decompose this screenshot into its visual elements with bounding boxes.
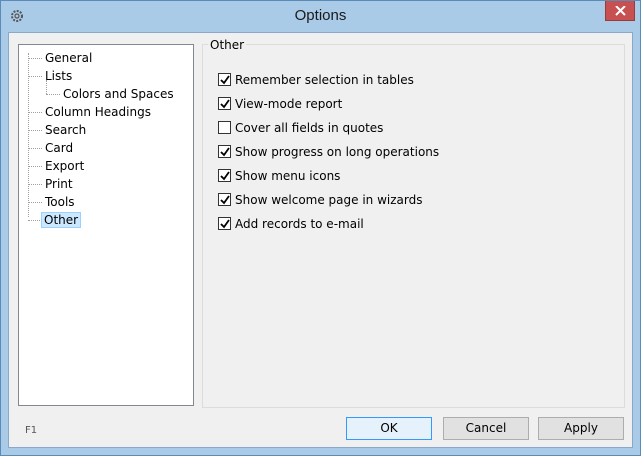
tree-connector <box>28 130 42 131</box>
tree-item-colors-and-spaces[interactable]: Colors and Spaces <box>61 86 176 102</box>
tree-item-other[interactable]: Other <box>41 212 82 228</box>
tree-item-print[interactable]: Print <box>43 176 75 192</box>
close-button[interactable] <box>605 1 635 21</box>
option-show-progress[interactable]: Show progress on long operations <box>218 143 439 161</box>
checkmark-icon <box>220 99 230 109</box>
option-remember-selection[interactable]: Remember selection in tables <box>218 71 414 89</box>
cancel-button[interactable]: Cancel <box>443 417 529 440</box>
help-key-hint: F1 <box>25 425 38 436</box>
checkbox[interactable] <box>218 217 231 230</box>
close-icon <box>615 6 626 16</box>
tree-item-search[interactable]: Search <box>43 122 88 138</box>
checkbox[interactable] <box>218 145 231 158</box>
option-cover-fields-quotes[interactable]: Cover all fields in quotes <box>218 119 383 137</box>
checkmark-icon <box>220 195 230 205</box>
ok-button[interactable]: OK <box>346 417 432 440</box>
checkbox[interactable] <box>218 169 231 182</box>
checkbox[interactable] <box>218 97 231 110</box>
tree-item-tools[interactable]: Tools <box>43 194 77 210</box>
tree-item-column-headings[interactable]: Column Headings <box>43 104 153 120</box>
options-window: Options General Lists Colors and Spaces <box>0 0 641 456</box>
tree-item-card[interactable]: Card <box>43 140 75 156</box>
checkbox[interactable] <box>218 73 231 86</box>
option-add-records-email[interactable]: Add records to e-mail <box>218 215 364 233</box>
checkbox[interactable] <box>218 121 231 134</box>
tree-connector <box>28 112 42 113</box>
option-view-mode-report[interactable]: View-mode report <box>218 95 342 113</box>
apply-button[interactable]: Apply <box>538 417 624 440</box>
tree-item-lists[interactable]: Lists <box>43 68 74 84</box>
checkmark-icon <box>220 171 230 181</box>
window-title: Options <box>294 7 347 24</box>
title-bar[interactable]: Options <box>1 1 640 33</box>
tree-connector <box>28 220 42 221</box>
tree-connector <box>28 53 29 217</box>
tree-item-general[interactable]: General <box>43 50 94 66</box>
checkbox[interactable] <box>218 193 231 206</box>
dialog-body: General Lists Colors and Spaces Column H… <box>8 32 633 448</box>
tree-item-export[interactable]: Export <box>43 158 86 174</box>
options-tree[interactable]: General Lists Colors and Spaces Column H… <box>18 44 194 406</box>
tree-connector <box>28 58 42 59</box>
checkmark-icon <box>220 147 230 157</box>
option-show-welcome-page[interactable]: Show welcome page in wizards <box>218 191 422 209</box>
tree-connector <box>28 184 42 185</box>
option-show-menu-icons[interactable]: Show menu icons <box>218 167 340 185</box>
tree-connector <box>28 76 42 77</box>
checkmark-icon <box>220 75 230 85</box>
tree-connector <box>28 202 42 203</box>
checkmark-icon <box>220 219 230 229</box>
tree-connector <box>28 148 42 149</box>
group-title: Other <box>208 38 247 52</box>
tree-connector <box>28 166 42 167</box>
tree-connector <box>46 94 60 95</box>
